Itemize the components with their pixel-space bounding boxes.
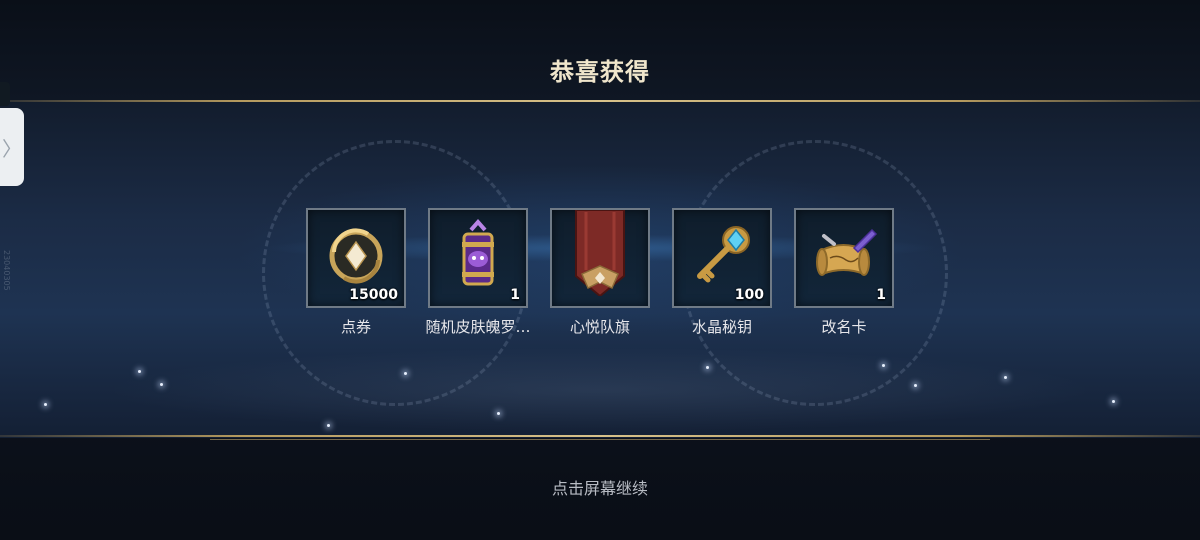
reward-name: 水晶秘钥 [691,318,752,336]
reward-frame[interactable]: 1 [428,208,528,308]
reward-frame[interactable] [550,208,650,308]
reward-count: 1 [876,287,886,303]
reward-name: 点券 [340,318,371,336]
top-divider [0,100,1200,102]
reward-name: 改名卡 [821,318,867,336]
dialog-title: 恭喜获得 [550,58,650,86]
bottom-divider [0,435,1200,437]
coupon-coin-icon [329,228,383,284]
star [44,403,47,406]
star [138,370,141,373]
reward-count: 1 [510,287,520,303]
reward-item[interactable]: 15000 点券 [301,208,411,337]
star [160,383,163,386]
reward-item[interactable]: 1 改名卡 [789,208,899,337]
reward-count: 100 [734,287,764,303]
random-skin-poro-icon [462,218,494,286]
star [1004,376,1007,379]
reward-item[interactable]: 心悦队旗 [545,208,655,337]
star [327,424,330,427]
star [404,372,407,375]
reward-count: 15000 [349,287,398,303]
bottom-divider-inner [210,439,990,440]
reward-frame[interactable]: 1 [794,208,894,308]
side-drawer-tab[interactable]: 〉 [0,108,24,186]
reward-frame[interactable]: 15000 [306,208,406,308]
reward-name: 随机皮肤魄罗… [425,318,531,336]
reward-frame[interactable]: 100 [672,208,772,308]
continue-hint[interactable]: 点击屏幕继续 [0,475,1200,499]
star [1112,400,1115,403]
star [706,366,709,369]
chevron-right-icon: 〉 [2,136,22,161]
reward-list: 15000 点券 1 随机皮肤魄罗… 心悦队旗 100 水晶秘钥 1 改名卡 [0,208,1200,338]
crystal-key-icon [697,226,750,283]
star [882,364,885,367]
reward-item[interactable]: 100 水晶秘钥 [667,208,777,337]
reward-item[interactable]: 1 随机皮肤魄罗… [423,208,533,337]
star [914,384,917,387]
team-banner-icon [575,210,625,296]
reward-name: 心悦队旗 [569,318,630,336]
background-mist [0,330,1200,440]
reward-screen[interactable]: 恭喜获得 〉 23040305 15000 点券 1 随机皮肤魄罗… 心悦队旗 … [0,0,1200,540]
side-tab-cap [0,82,10,106]
rename-scroll-icon [816,228,878,276]
star [497,412,500,415]
